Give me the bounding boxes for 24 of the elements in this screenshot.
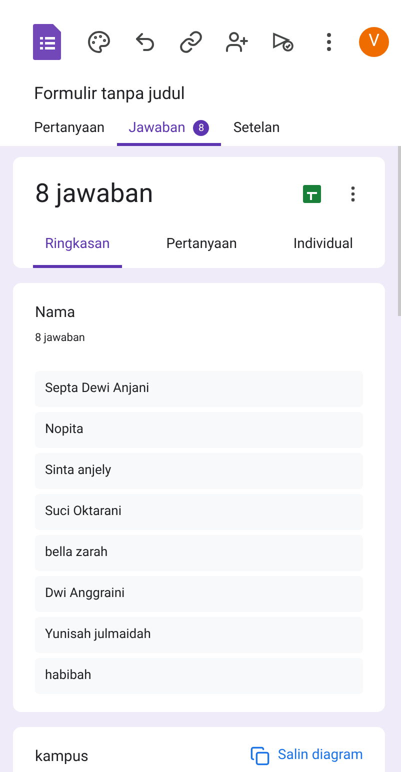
- tab[interactable]: Pertanyaan: [22, 116, 117, 146]
- response-count: 8 jawaban: [35, 330, 86, 346]
- tab[interactable]: Individual: [281, 230, 365, 268]
- forms-logo-icon: [33, 24, 61, 60]
- copy-icon: [250, 746, 270, 766]
- scrollbar-thumb[interactable]: [398, 146, 401, 316]
- answer-row: Suci Oktarani: [35, 494, 363, 530]
- tab[interactable]: Ringkasan: [33, 230, 122, 268]
- answer-row: Nopita: [35, 412, 363, 448]
- answer-row: Sinta anjely: [35, 452, 363, 488]
- answer-row: habibah: [35, 658, 363, 694]
- spreadsheet-icon[interactable]: [303, 185, 321, 203]
- question-title: kampus: [35, 746, 88, 766]
- response-count-title: 8 jawaban: [35, 178, 154, 210]
- tab[interactable]: Setelan: [221, 116, 292, 146]
- tab[interactable]: Pertanyaan: [154, 230, 249, 268]
- answer-row: bella zarah: [35, 534, 363, 570]
- copy-chart-button[interactable]: Salin diagram: [250, 745, 363, 766]
- answer-row: Yunisah julmaidah: [35, 616, 363, 652]
- question-title: Nama: [35, 302, 76, 322]
- answer-row: Dwi Anggraini: [35, 576, 363, 612]
- answer-row: Septa Dewi Anjani: [35, 370, 363, 406]
- count-badge: 8: [193, 120, 210, 136]
- form-title: Formulir tanpa judul: [33, 83, 186, 106]
